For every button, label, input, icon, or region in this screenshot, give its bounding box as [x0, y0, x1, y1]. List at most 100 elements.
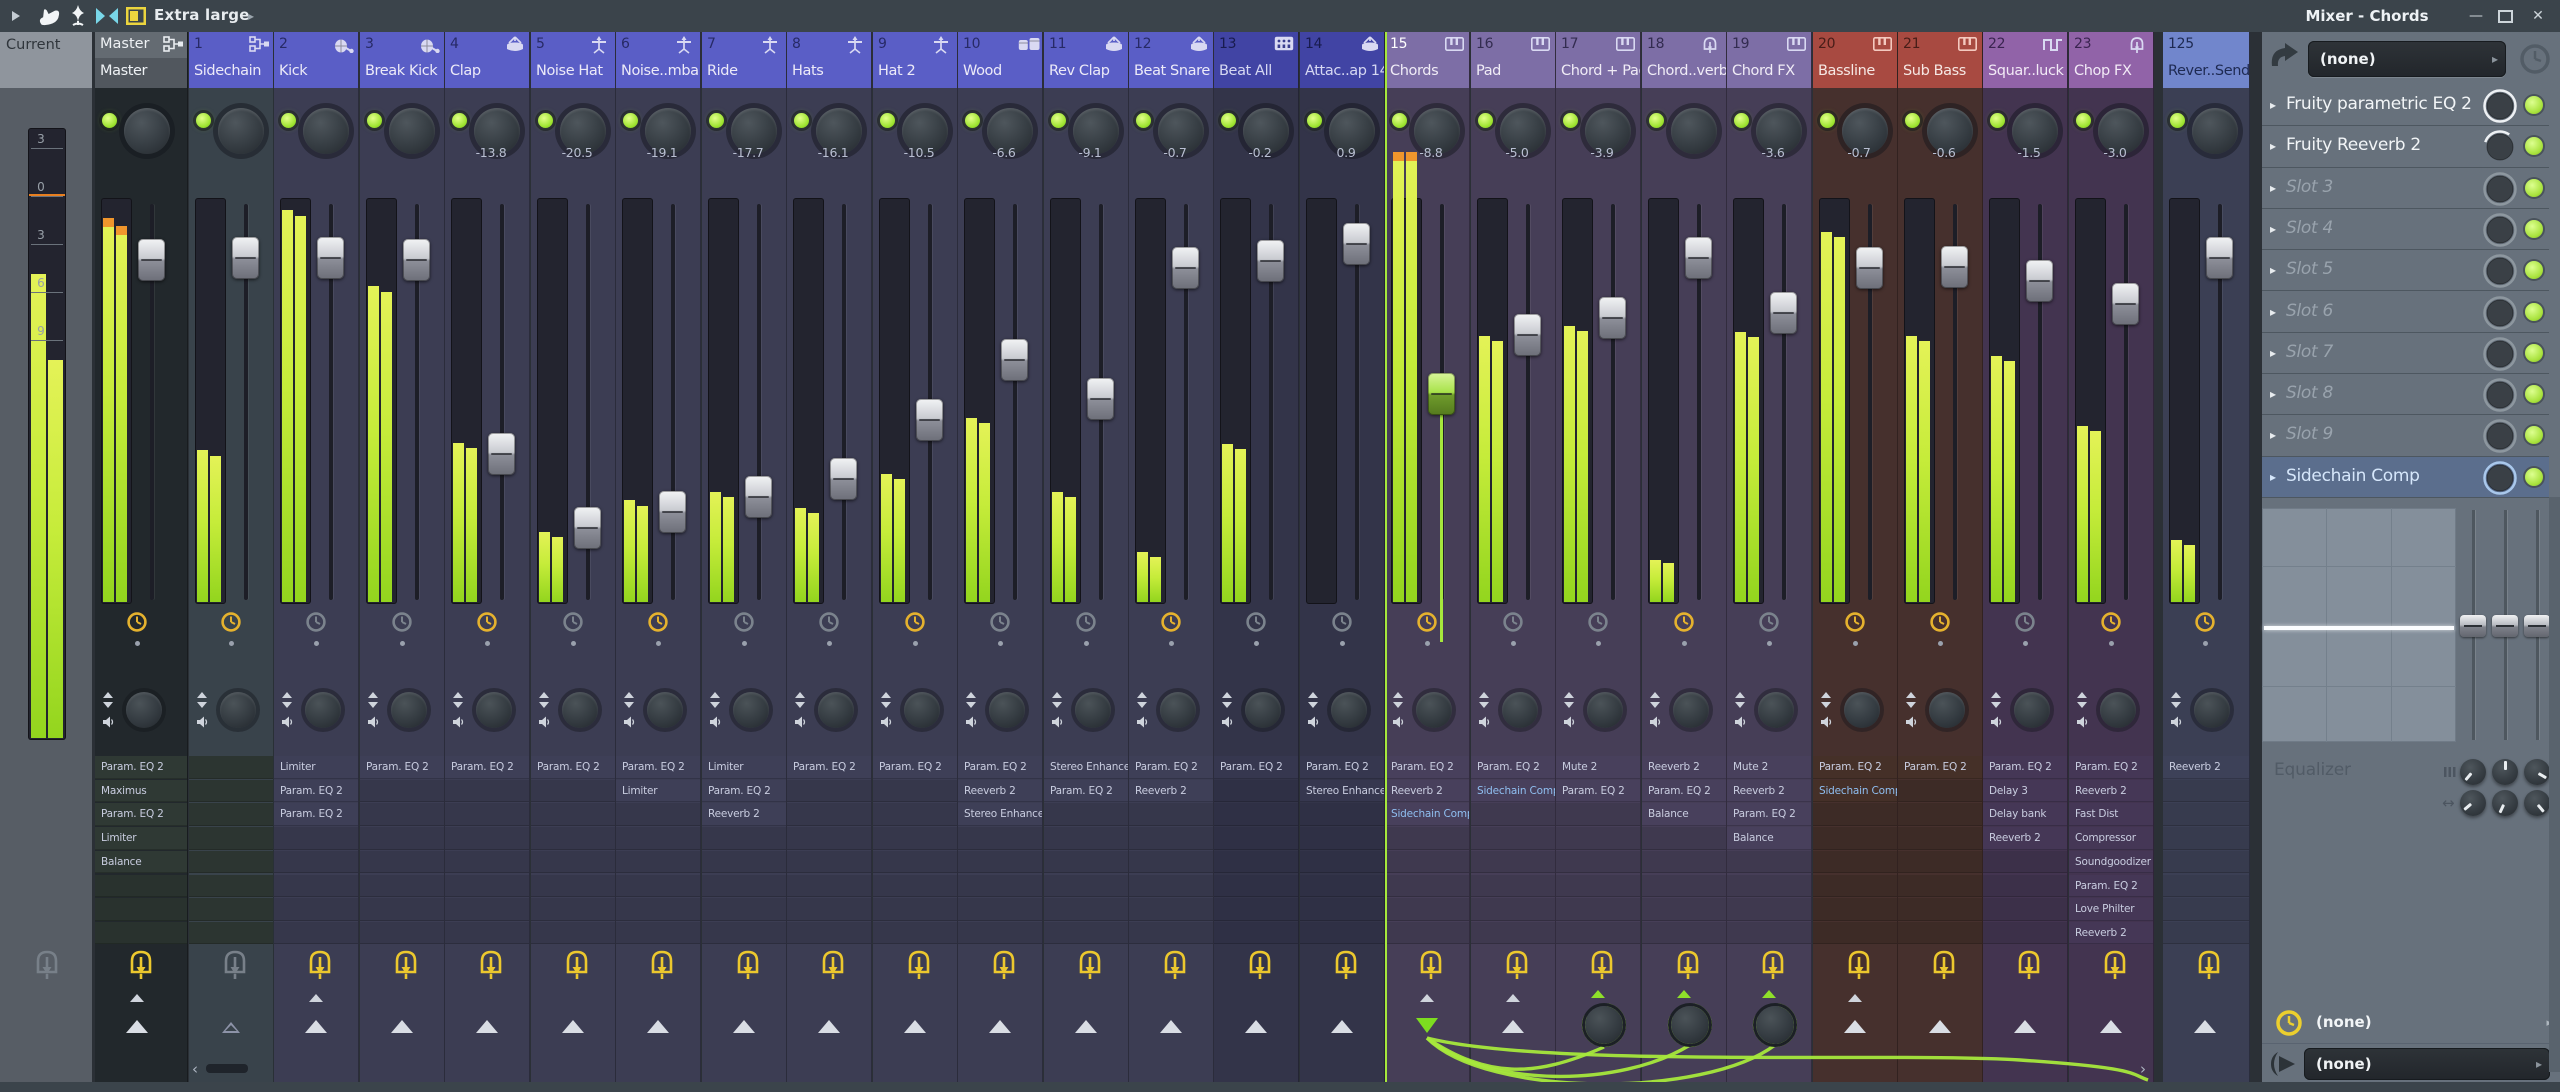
- fx-slot[interactable]: Sidechain Comp: [1385, 803, 1469, 826]
- fx-slot[interactable]: Param. EQ 2: [1214, 756, 1298, 779]
- stereo-separation-knob[interactable]: [126, 692, 162, 728]
- dock-lamp-icon[interactable]: [820, 948, 846, 986]
- fx-slot-empty[interactable]: [958, 850, 1042, 874]
- track-clock-icon[interactable]: [1502, 611, 1524, 633]
- fx-slot[interactable]: Delay bank: [1983, 803, 2067, 826]
- slot-enable-led[interactable]: [2525, 96, 2543, 114]
- track-clock-icon[interactable]: [391, 611, 413, 633]
- track-clock-icon[interactable]: [2100, 611, 2122, 633]
- effect-slot-2[interactable]: ▸ Fruity Reeverb 2: [2262, 126, 2549, 168]
- eq-band3-fader-handle[interactable]: [2524, 615, 2550, 637]
- fx-slot[interactable]: Sidechain Comp: [1813, 779, 1897, 803]
- fx-slot-empty[interactable]: [1129, 850, 1213, 874]
- channel-updown-icon[interactable]: [1392, 692, 1404, 712]
- fx-slot-empty[interactable]: [1385, 921, 1469, 945]
- track-clock-icon[interactable]: [305, 611, 327, 633]
- fx-slot-empty[interactable]: [1813, 921, 1897, 945]
- mute-led[interactable]: [452, 113, 467, 128]
- fx-slot-empty[interactable]: [1813, 874, 1897, 897]
- fx-slot[interactable]: Limiter: [702, 756, 786, 779]
- track-name[interactable]: Break Kick: [360, 58, 444, 88]
- stereo-separation-knob[interactable]: [476, 692, 512, 728]
- fx-slot[interactable]: Reeverb 2: [2163, 756, 2249, 779]
- track-clock-icon[interactable]: [733, 611, 755, 633]
- channel-updown-icon[interactable]: [1307, 692, 1319, 712]
- slot-enable-led[interactable]: [2525, 343, 2543, 362]
- fx-slot-empty[interactable]: [360, 898, 444, 921]
- fx-slot-empty[interactable]: [616, 850, 700, 874]
- dock-lamp-icon[interactable]: [1333, 948, 1359, 986]
- fx-slot-empty[interactable]: [1898, 874, 1982, 897]
- input-clock-icon[interactable]: [2518, 42, 2552, 76]
- volume-fader-handle[interactable]: [317, 237, 344, 279]
- stereo-separation-knob[interactable]: [2014, 692, 2050, 728]
- dock-top-chevron[interactable]: [1848, 994, 1862, 1002]
- fx-slot-empty[interactable]: [531, 803, 615, 826]
- fx-slot[interactable]: Reeverb 2: [1129, 779, 1213, 803]
- fx-slot-empty[interactable]: [616, 803, 700, 826]
- eq-band1-fader-handle[interactable]: [2460, 615, 2486, 637]
- dock-lamp-icon[interactable]: [1675, 948, 1701, 986]
- mute-led[interactable]: [1905, 113, 1920, 128]
- fx-slot[interactable]: Param. EQ 2: [2069, 756, 2153, 779]
- fx-slot-empty[interactable]: [1044, 921, 1128, 945]
- panel-scrollbar-gutter[interactable]: [2549, 497, 2560, 1072]
- fx-slot[interactable]: Param. EQ 2: [1898, 756, 1982, 779]
- mute-led[interactable]: [196, 113, 211, 128]
- fx-slot-empty[interactable]: [1385, 827, 1469, 850]
- stereo-separation-knob[interactable]: [305, 692, 341, 728]
- dock-bottom-arrow[interactable]: [391, 1020, 413, 1033]
- slot-expand-caret[interactable]: ▸: [2270, 98, 2276, 112]
- fx-slot-empty[interactable]: [1813, 827, 1897, 850]
- dock-lamp-icon[interactable]: [1077, 948, 1103, 986]
- fx-slot-empty[interactable]: [1898, 898, 1982, 921]
- fx-slot-empty[interactable]: [1813, 898, 1897, 921]
- dock-top-chevron[interactable]: [309, 994, 323, 1002]
- mute-led[interactable]: [1478, 113, 1493, 128]
- fx-slot-empty[interactable]: [1471, 827, 1555, 850]
- fx-slot[interactable]: Stereo Enhancer: [1300, 779, 1384, 803]
- fx-slot-empty[interactable]: [1556, 898, 1640, 921]
- dock-bottom-arrow[interactable]: [1502, 1020, 1524, 1033]
- slot-enable-led[interactable]: [2525, 219, 2543, 238]
- send-chevron[interactable]: [1677, 990, 1691, 998]
- eq-mini-knob[interactable]: [2460, 790, 2486, 816]
- fx-slot[interactable]: Reeverb 2: [1727, 779, 1811, 803]
- fx-slot[interactable]: Param. EQ 2: [873, 756, 957, 779]
- stereo-separation-knob[interactable]: [1673, 692, 1709, 728]
- track-name[interactable]: Chord FX: [1727, 58, 1811, 88]
- dock-lamp-icon[interactable]: [735, 948, 761, 986]
- volume-fader-handle[interactable]: [574, 507, 601, 549]
- track-name[interactable]: Sub Bass: [1898, 58, 1982, 88]
- dock-bottom-arrow[interactable]: [989, 1020, 1011, 1033]
- fx-slot-empty[interactable]: [1385, 874, 1469, 897]
- track-clock-icon[interactable]: [1587, 611, 1609, 633]
- dock-lamp-icon[interactable]: [393, 948, 419, 986]
- fx-slot[interactable]: Param. EQ 2: [958, 756, 1042, 779]
- mute-led[interactable]: [367, 113, 382, 128]
- fx-slot-empty[interactable]: [445, 874, 529, 897]
- fx-slot-empty[interactable]: [873, 874, 957, 897]
- fx-slot-empty[interactable]: [274, 898, 358, 921]
- eq-mini-knob[interactable]: [2524, 790, 2550, 816]
- fx-slot-empty[interactable]: [787, 850, 871, 874]
- fx-slot-empty[interactable]: [1214, 827, 1298, 850]
- fx-slot-empty[interactable]: [1642, 827, 1726, 850]
- track-clock-icon[interactable]: [220, 611, 242, 633]
- fx-slot[interactable]: Param. EQ 2: [445, 756, 529, 779]
- fx-slot-empty[interactable]: [1556, 874, 1640, 897]
- dock-lamp-icon[interactable]: [991, 948, 1017, 986]
- slot-expand-caret[interactable]: ▸: [2270, 387, 2276, 401]
- fx-slot[interactable]: Param. EQ 2: [274, 803, 358, 826]
- dock-bottom-arrow[interactable]: [1160, 1020, 1182, 1033]
- mute-led[interactable]: [1307, 113, 1322, 128]
- dock-bottom-arrow[interactable]: [1929, 1020, 1951, 1033]
- volume-fader-handle[interactable]: [403, 239, 430, 281]
- fx-slot[interactable]: Param. EQ 2: [360, 756, 444, 779]
- fx-slot-empty[interactable]: [360, 779, 444, 803]
- track-name[interactable]: Beat All: [1214, 58, 1298, 88]
- dock-lamp-icon[interactable]: [2102, 948, 2128, 986]
- send-chevron[interactable]: [1591, 990, 1605, 998]
- dock-lamp-icon[interactable]: [2196, 948, 2222, 986]
- volume-fader-handle[interactable]: [916, 399, 943, 441]
